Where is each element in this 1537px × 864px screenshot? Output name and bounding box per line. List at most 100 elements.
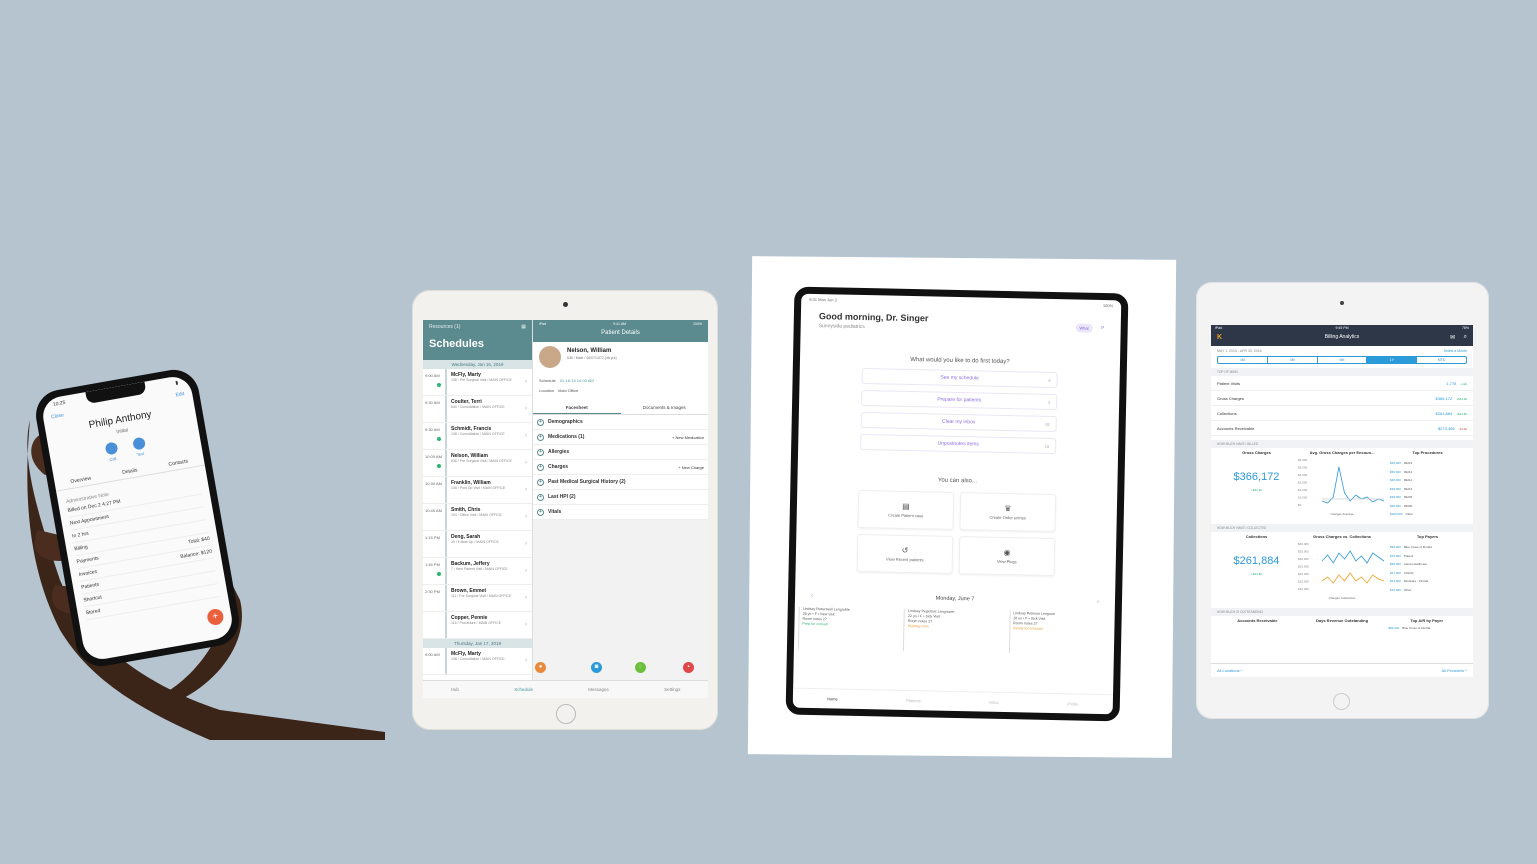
tab-schedule[interactable]: Schedule xyxy=(514,687,533,692)
schedule-value[interactable]: 01-16-19 10:00 AM xyxy=(560,378,594,383)
home-button xyxy=(556,704,576,724)
section-action-button[interactable]: + New Charge xyxy=(678,465,704,470)
all-locations-button[interactable]: All Locations ^ xyxy=(1217,668,1243,673)
expand-icon[interactable]: + xyxy=(537,448,544,456)
metric-row[interactable]: Patient Visits 1,778 +12k xyxy=(1211,376,1473,391)
tab-details[interactable]: Details xyxy=(122,467,138,476)
tab-profile[interactable]: Profile xyxy=(1067,701,1078,706)
appointment-row[interactable]: 9:30 AM Coulter, Terri 640 / Consultation … xyxy=(423,396,532,423)
close-link[interactable]: Close xyxy=(51,412,65,420)
list-item[interactable]: $48,000 99203 xyxy=(1390,493,1469,502)
appointment-row[interactable]: 2:30 PM Brown, Emmet 111 / Pre Surgical Vi… xyxy=(423,585,532,612)
list-item[interactable]: $27,000 CIGNA xyxy=(1390,569,1469,578)
patient-details-title: Patient Details xyxy=(601,330,640,336)
expand-icon[interactable]: + xyxy=(537,463,544,471)
calendar-icon[interactable]: ▦ xyxy=(521,324,526,330)
list-item[interactable]: $50,000 99213 xyxy=(1390,459,1469,468)
quick-action-tile[interactable]: ◉ View Plugs xyxy=(958,536,1056,577)
appointment-row[interactable]: 10:00 AM Nelson, William 636 / Pre Surgica… xyxy=(423,450,532,477)
period-tab[interactable]: 1Y xyxy=(1367,357,1418,363)
appointment-row[interactable]: Copper, Pennie 116 / Procedure / MAIN OFF… xyxy=(423,612,532,639)
appointment-card[interactable]: Lindsay Pegertive Lengruwer 22 yo • F • S… xyxy=(903,608,1006,654)
appointment-row[interactable]: 9:00 AM McFly, Marty 108 / Pre Surgical Vi… xyxy=(423,369,532,396)
appointment-row[interactable]: 1:15 PM Deng, Sarah 39 / Follow Up / MAIN … xyxy=(423,531,532,558)
resources-button[interactable]: Resources (1) xyxy=(429,324,460,330)
tab-home[interactable]: Home xyxy=(827,696,838,701)
list-item[interactable]: $48,000 99213 xyxy=(1390,485,1469,494)
tab-settings[interactable]: Settings xyxy=(664,687,680,692)
period-tab[interactable]: 1M xyxy=(1218,357,1268,363)
appointment-row[interactable]: 1:45 PM Backum, Jeffery 7 / New Patient Vi… xyxy=(423,558,532,585)
mail-icon[interactable]: ✉ xyxy=(1450,334,1455,341)
location-value: Main Office xyxy=(558,388,579,393)
expand-icon[interactable]: + xyxy=(537,418,544,426)
tab-overview[interactable]: Overview xyxy=(70,475,92,485)
appointment-row[interactable]: 10:45 AM Smith, Chris 104 / Office Visit /… xyxy=(423,504,532,531)
add-fab-button[interactable]: + xyxy=(206,607,225,627)
facesheet-section[interactable]: + Past Medical Surgical History (2) xyxy=(533,475,708,490)
list-item[interactable]: $58,000 Aetna Healthcare xyxy=(1390,560,1469,569)
list-item[interactable]: $76,000 Patient xyxy=(1390,552,1469,561)
chevron-left-icon[interactable]: ‹ xyxy=(811,593,813,599)
segment-facesheet[interactable]: Facesheet xyxy=(533,402,621,414)
metric-value: $366,172 xyxy=(1435,395,1453,401)
facesheet-section[interactable]: + Last HPI (2) xyxy=(533,490,708,505)
search-icon[interactable]: ⌕ xyxy=(1101,324,1105,332)
chat-icon[interactable]: ◌ xyxy=(635,662,646,673)
list-item[interactable]: $23,000 Medicare - Florida xyxy=(1390,577,1469,586)
period-tab[interactable]: 6M xyxy=(1318,357,1368,363)
select-month-link[interactable]: Select a Month xyxy=(1444,349,1467,353)
quick-action-tile[interactable]: ↺ View Recent patients xyxy=(856,533,954,574)
axis-tick-label: $30,000 xyxy=(1298,557,1309,561)
chevron-right-icon[interactable]: › xyxy=(1097,599,1099,605)
list-item[interactable]: $48,000 99030 xyxy=(1390,502,1469,511)
facesheet-section[interactable]: + Charges + New Charge xyxy=(533,460,708,475)
search-icon[interactable]: ⌕ xyxy=(1464,334,1467,341)
task-option-button[interactable]: Prepare for patients 4 xyxy=(861,389,1058,411)
task-option-button[interactable]: See my schedule 6 xyxy=(861,367,1058,389)
what-badge[interactable]: What xyxy=(1075,323,1093,333)
tab-inbox[interactable]: Inbox xyxy=(989,700,999,705)
segment-documents[interactable]: Documents & Images xyxy=(621,402,709,414)
microphone-icon[interactable]: ● xyxy=(535,662,546,673)
tab-hub[interactable]: Hub xyxy=(451,687,459,692)
appointment-card[interactable]: Lindsay Pettenwell Lengruble 28 yo • F • … xyxy=(797,606,901,651)
tab-patients[interactable]: Patients xyxy=(906,698,921,703)
list-item[interactable]: $105,000 Other xyxy=(1390,510,1469,519)
appointment-row[interactable]: 9:00 AM McFly, Marty 108 / Consultation … xyxy=(423,648,532,675)
list-item[interactable]: $99,000 Blue Cross of Florida xyxy=(1390,543,1469,552)
edit-link[interactable]: Edit xyxy=(175,391,185,398)
appointment-row[interactable]: 9:30 AM Schmidt, Francis 108 / Consultatio… xyxy=(423,423,532,450)
period-tab[interactable]: MTD xyxy=(1417,357,1466,363)
expand-icon[interactable]: + xyxy=(537,433,544,441)
collected-panels: Collections $261,884 +$24.8k Gross Charg… xyxy=(1211,532,1473,604)
expand-icon[interactable]: + xyxy=(537,493,544,501)
task-option-button[interactable]: Clear my inbox 28 xyxy=(860,411,1057,433)
appointment-row[interactable]: 10:30 AM Franklin, William 108 / Post Op V… xyxy=(423,477,532,504)
text-button[interactable]: Text xyxy=(131,436,147,458)
list-item[interactable]: $16,000 Other xyxy=(1390,586,1469,595)
facesheet-section[interactable]: + Allergies xyxy=(533,445,708,460)
section-action-button[interactable]: + New Medication xyxy=(672,435,704,440)
tab-contacts[interactable]: Contacts xyxy=(168,458,188,467)
facesheet-section[interactable]: + Demographics xyxy=(533,415,708,430)
period-tab[interactable]: 3M xyxy=(1268,357,1318,363)
facesheet-section[interactable]: + Vitals xyxy=(533,505,708,520)
expand-icon[interactable]: + xyxy=(537,508,544,516)
quick-action-tile[interactable]: ♛ Create Order entries xyxy=(959,492,1057,533)
all-providers-button[interactable]: All Providers ^ xyxy=(1442,668,1467,673)
facesheet-section[interactable]: + Medications (1) + New Medication xyxy=(533,430,708,445)
task-option-button[interactable]: Unpostnotes items 16 xyxy=(860,433,1057,455)
appointment-card[interactable]: Lindsay Petrison Lengrum 28 yo • F • Sick… xyxy=(1008,611,1111,656)
metric-row[interactable]: Accounts Receivable $273,366 -$1.9k xyxy=(1211,421,1473,436)
metric-row[interactable]: Collections $261,884 +$24.8k xyxy=(1211,406,1473,421)
tab-messages[interactable]: Messages xyxy=(588,687,609,692)
list-item[interactable]: $48,000 99214 xyxy=(1390,476,1469,485)
metric-row[interactable]: Gross Charges $366,172 +$34.9k xyxy=(1211,391,1473,406)
expand-icon[interactable]: + xyxy=(537,478,544,486)
quick-action-tile[interactable]: ▤ Create Patient case xyxy=(857,489,955,530)
call-button[interactable]: Call xyxy=(104,441,119,463)
list-item[interactable]: $50,000 99214 xyxy=(1390,468,1469,477)
camera-icon[interactable]: ◙ xyxy=(591,662,602,673)
document-icon[interactable]: ▪ xyxy=(683,662,694,673)
